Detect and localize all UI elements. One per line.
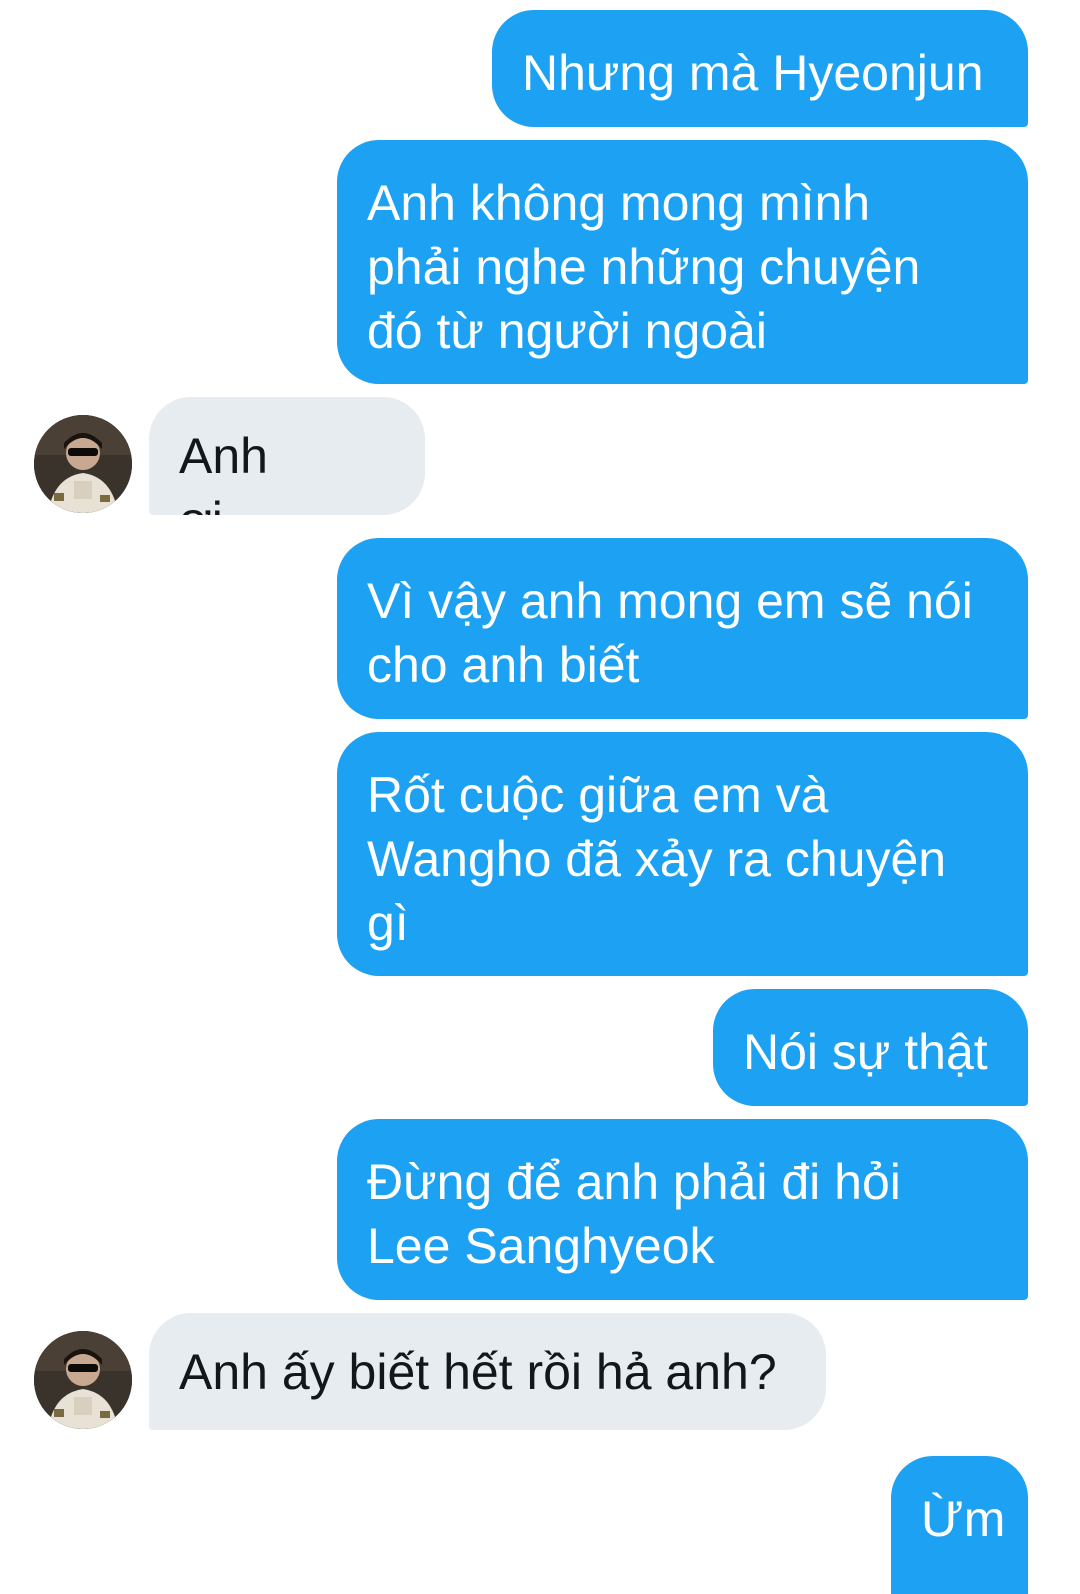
sent-message-bubble[interactable]: Đừng để anh phải đi hỏi Lee Sanghyeok [337,1119,1028,1300]
contact-avatar[interactable] [34,1331,132,1429]
sent-message-bubble[interactable]: Nhưng mà Hyeonjun [492,10,1028,127]
received-message-bubble[interactable]: Anh ơi..... [149,397,425,515]
sent-message-bubble[interactable]: Rốt cuộc giữa em và Wangho đã xảy ra chu… [337,732,1028,976]
sent-message-bubble[interactable]: Nói sự thật [713,989,1028,1106]
contact-photo-icon [34,415,132,513]
sent-message-bubble[interactable]: Anh không mong mình phải nghe những chuy… [337,140,1028,384]
contact-photo-icon [34,1331,132,1429]
sent-message-bubble[interactable]: Ừm [891,1456,1028,1594]
received-message-bubble[interactable]: Anh ấy biết hết rồi hả anh? [149,1313,826,1430]
sent-message-bubble[interactable]: Vì vậy anh mong em sẽ nói cho anh biết [337,538,1028,719]
contact-avatar[interactable] [34,415,132,513]
